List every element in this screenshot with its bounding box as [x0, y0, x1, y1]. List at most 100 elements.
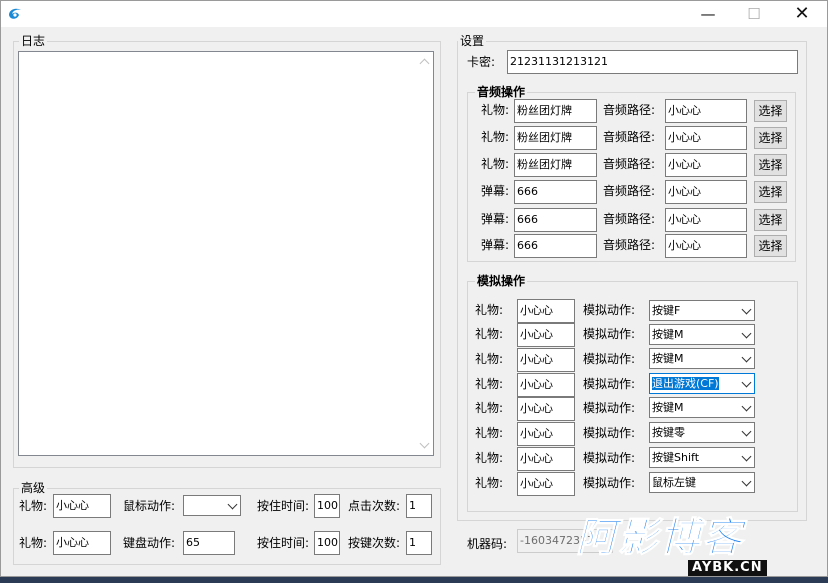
sim-kind-label: 礼物:: [475, 327, 504, 341]
log-scrollbar[interactable]: [416, 52, 433, 455]
sim-kind-label: 礼物:: [475, 377, 504, 391]
audio-kind-label: 礼物:: [481, 130, 510, 144]
audio-path-input[interactable]: 小心心: [665, 208, 747, 232]
sim-action-label: 模拟动作:: [583, 303, 636, 317]
choose-audio-button[interactable]: 选择: [754, 209, 787, 231]
scroll-up-icon[interactable]: [419, 58, 430, 69]
audio-path-input[interactable]: 小心心: [665, 153, 747, 177]
sim-action-label: 模拟动作:: [583, 426, 636, 440]
audio-trigger-input[interactable]: 粉丝团灯牌: [514, 99, 597, 123]
audio-kind-label: 礼物:: [481, 103, 510, 117]
sim-action-dropdown[interactable]: 按键M: [649, 397, 755, 418]
chevron-down-icon: [741, 328, 752, 339]
sim-kind-label: 礼物:: [475, 352, 504, 366]
choose-audio-button[interactable]: 选择: [754, 235, 787, 257]
app-window: — ☐ ✕ 日志 高级 礼物: 小心心 鼠标动作: 按住时间: 100 点击次数…: [0, 0, 828, 577]
audio-path-input[interactable]: 小心心: [665, 234, 747, 258]
sim-kind-label: 礼物:: [475, 451, 504, 465]
choose-audio-button[interactable]: 选择: [754, 127, 787, 149]
sim-gift-input[interactable]: 小心心: [517, 422, 575, 446]
sim-action-dropdown[interactable]: 按键零: [649, 422, 755, 443]
title-bar: — ☐ ✕: [1, 1, 827, 27]
watermark-logo: 阿影博客 AYBK.CN: [576, 516, 816, 578]
sim-action-label: 模拟动作:: [583, 401, 636, 415]
key-count-input[interactable]: 1: [406, 531, 432, 555]
sim-action-dropdown[interactable]: 按键M: [649, 348, 755, 369]
keyboard-action-input[interactable]: 65: [183, 531, 235, 555]
sim-action-dropdown[interactable]: 退出游戏(CF): [649, 373, 755, 394]
audio-path-input[interactable]: 小心心: [665, 99, 747, 123]
chevron-down-icon: [227, 499, 238, 510]
adv2-gift-input[interactable]: 小心心: [53, 531, 111, 555]
audio-kind-label: 弹幕:: [481, 212, 510, 226]
key-count-label: 按键次数:: [348, 536, 401, 550]
sim-action-label: 模拟动作:: [583, 377, 636, 391]
audio-trigger-input[interactable]: 粉丝团灯牌: [514, 153, 597, 177]
audio-path-label: 音频路径:: [603, 238, 656, 252]
audio-trigger-input[interactable]: 666: [514, 208, 597, 232]
audio-trigger-input[interactable]: 666: [514, 180, 597, 204]
audio-trigger-input[interactable]: 666: [514, 234, 597, 258]
log-textarea[interactable]: [18, 51, 434, 456]
audio-path-label: 音频路径:: [603, 184, 656, 198]
audio-path-label: 音频路径:: [603, 103, 656, 117]
chevron-down-icon: [741, 401, 752, 412]
adv1-hold-label: 按住时间:: [257, 499, 310, 513]
sim-action-dropdown[interactable]: 鼠标左键: [649, 472, 755, 493]
sim-gift-input[interactable]: 小心心: [517, 348, 575, 372]
adv1-gift-label: 礼物:: [19, 499, 48, 513]
keyboard-action-label: 键盘动作:: [123, 536, 176, 550]
sim-gift-input[interactable]: 小心心: [517, 397, 575, 421]
maximize-button[interactable]: ☐: [731, 1, 777, 27]
sim-action-label: 模拟动作:: [583, 352, 636, 366]
card-key-label: 卡密:: [467, 55, 496, 69]
sim-action-label: 模拟动作:: [583, 476, 636, 490]
minimize-button[interactable]: —: [685, 1, 731, 27]
chevron-down-icon: [741, 377, 752, 388]
chevron-down-icon: [741, 304, 752, 315]
watermark-title: 阿影博客: [576, 515, 744, 561]
audio-path-input[interactable]: 小心心: [665, 126, 747, 150]
sim-kind-label: 礼物:: [475, 476, 504, 490]
sim-action-dropdown[interactable]: 按键M: [649, 324, 755, 345]
adv2-hold-label: 按住时间:: [257, 536, 310, 550]
chevron-down-icon: [741, 476, 752, 487]
machine-code-label: 机器码:: [467, 537, 508, 551]
chevron-down-icon: [741, 426, 752, 437]
audio-path-input[interactable]: 小心心: [665, 180, 747, 204]
sim-gift-input[interactable]: 小心心: [517, 373, 575, 397]
adv2-hold-input[interactable]: 100: [314, 531, 340, 555]
close-button[interactable]: ✕: [779, 1, 825, 27]
audio-label: 音频操作: [475, 85, 528, 99]
settings-label: 设置: [458, 34, 487, 48]
click-count-label: 点击次数:: [348, 499, 401, 513]
sim-kind-label: 礼物:: [475, 426, 504, 440]
sim-gift-input[interactable]: 小心心: [517, 472, 575, 496]
sim-gift-input[interactable]: 小心心: [517, 323, 575, 347]
audio-trigger-input[interactable]: 粉丝团灯牌: [514, 126, 597, 150]
sim-action-label: 模拟动作:: [583, 327, 636, 341]
chevron-down-icon: [741, 352, 752, 363]
simulate-label: 模拟操作: [475, 274, 528, 288]
click-count-input[interactable]: 1: [406, 494, 432, 518]
sim-kind-label: 礼物:: [475, 401, 504, 415]
choose-audio-button[interactable]: 选择: [754, 154, 787, 176]
sim-gift-input[interactable]: 小心心: [517, 299, 575, 323]
audio-path-label: 音频路径:: [603, 212, 656, 226]
choose-audio-button[interactable]: 选择: [754, 100, 787, 122]
adv1-hold-input[interactable]: 100: [314, 494, 340, 518]
mouse-action-dropdown[interactable]: [183, 495, 241, 516]
choose-audio-button[interactable]: 选择: [754, 181, 787, 203]
audio-kind-label: 弹幕:: [481, 238, 510, 252]
scroll-down-icon[interactable]: [419, 438, 430, 449]
adv1-gift-input[interactable]: 小心心: [53, 494, 111, 518]
card-key-input[interactable]: 21231131213121: [507, 50, 798, 74]
sim-gift-input[interactable]: 小心心: [517, 447, 575, 471]
sim-action-label: 模拟动作:: [583, 451, 636, 465]
audio-kind-label: 弹幕:: [481, 184, 510, 198]
sim-action-dropdown[interactable]: 按键F: [649, 300, 755, 321]
chevron-down-icon: [741, 451, 752, 462]
audio-path-label: 音频路径:: [603, 130, 656, 144]
sim-kind-label: 礼物:: [475, 303, 504, 317]
sim-action-dropdown[interactable]: 按键Shift: [649, 447, 755, 468]
